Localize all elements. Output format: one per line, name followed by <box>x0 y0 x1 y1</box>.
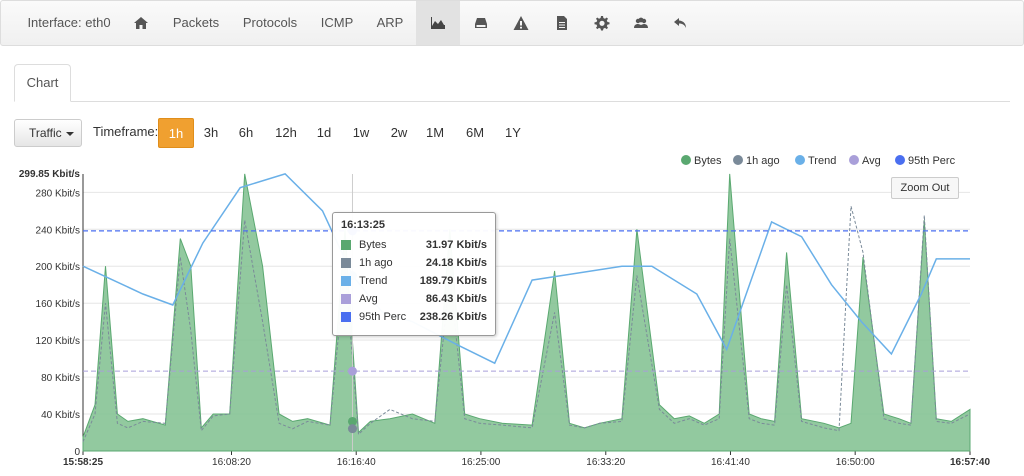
traffic-dropdown[interactable]: Traffic <box>14 119 82 147</box>
nav-protocols[interactable]: Protocols <box>237 1 303 45</box>
hover-marker <box>347 366 357 376</box>
hdd-icon[interactable] <box>461 1 501 45</box>
y-tick-label: 240 Kbit/s <box>36 225 80 236</box>
x-tick-label: 16:41:40 <box>711 457 750 468</box>
bytes-series <box>82 173 971 452</box>
timeframe-1d[interactable]: 1d <box>310 118 338 148</box>
trend-series <box>82 173 970 365</box>
tooltip-series-name: 95th Perc <box>359 311 407 323</box>
tooltip-swatch <box>341 258 351 268</box>
legend-1h-ago: 1h ago <box>746 155 780 167</box>
legend-bytes: Bytes <box>694 155 722 167</box>
y-tick-label: 80 Kbit/s <box>41 373 80 384</box>
timeframe-1w[interactable]: 1w <box>345 118 377 148</box>
y-max-label: 299.85 Kbit/s <box>19 169 81 180</box>
tooltip-row: Trend 189.79 Kbit/s <box>341 272 487 290</box>
tooltip-series-name: Bytes <box>359 239 387 251</box>
tooltip-row: 1h ago 24.18 Kbit/s <box>341 254 487 272</box>
hover-marker <box>347 424 357 434</box>
nav-packets[interactable]: Packets <box>165 1 227 45</box>
legend-swatch <box>895 155 905 165</box>
legend-swatch <box>681 155 691 165</box>
ago-series <box>82 206 971 442</box>
legend-swatch <box>795 155 805 165</box>
zoom-out-button[interactable]: Zoom Out <box>891 177 959 199</box>
y-tick-label: 200 Kbit/s <box>36 262 80 273</box>
tooltip-series-value: 238.26 Kbit/s <box>419 311 487 323</box>
tooltip-row: 95th Perc 238.26 Kbit/s <box>341 308 487 326</box>
legend-95th-perc: 95th Perc <box>908 155 956 167</box>
tooltip-row: Bytes 31.97 Kbit/s <box>341 236 487 254</box>
y-tick-label: 40 Kbit/s <box>41 410 80 421</box>
timeframe-2w[interactable]: 2w <box>383 118 415 148</box>
x-tick-label: 16:25:00 <box>461 457 500 468</box>
tooltip-series-value: 31.97 Kbit/s <box>425 239 487 251</box>
timeframe-3h[interactable]: 3h <box>195 118 227 148</box>
x-tick-label: 16:57:40 <box>950 457 990 468</box>
y-tick-label: 160 Kbit/s <box>36 299 80 310</box>
y-tick-label: 280 Kbit/s <box>36 188 80 199</box>
timeframe-label: Timeframe: <box>93 124 159 139</box>
tooltip-time: 16:13:25 <box>341 219 386 231</box>
users-icon[interactable] <box>621 1 661 45</box>
nav-icmp[interactable]: ICMP <box>312 1 362 45</box>
x-tick-label: 16:50:00 <box>836 457 875 468</box>
tooltip-swatch <box>341 312 351 322</box>
x-tick-label: 16:16:40 <box>337 457 376 468</box>
timeframe-1M[interactable]: 1M <box>421 118 449 148</box>
undo-icon[interactable] <box>661 1 701 45</box>
tooltip-series-value: 86.43 Kbit/s <box>425 293 487 305</box>
legend-trend: Trend <box>808 155 836 167</box>
nav-arp[interactable]: ARP <box>370 1 410 45</box>
timeframe-6M[interactable]: 6M <box>459 118 491 148</box>
traffic-dropdown-label: Traffic <box>29 126 62 140</box>
area-chart-icon[interactable] <box>416 1 460 45</box>
tooltip-swatch <box>341 276 351 286</box>
tooltip-series-name: 1h ago <box>359 257 393 269</box>
timeframe-6h[interactable]: 6h <box>230 118 262 148</box>
tooltip-swatch <box>341 294 351 304</box>
tooltip-row: Avg 86.43 Kbit/s <box>341 290 487 308</box>
legend-avg: Avg <box>862 155 881 167</box>
interface-selector[interactable]: Interface: eth0 <box>23 1 115 45</box>
caret-down-icon <box>65 131 74 136</box>
chart-tooltip: 16:13:25 Bytes 31.97 Kbit/s 1h ago 24.18 Kb… <box>332 212 496 336</box>
legend-swatch <box>733 155 743 165</box>
file-icon[interactable] <box>542 1 582 45</box>
x-tick-label: 16:08:20 <box>212 457 251 468</box>
x-tick-label: 16:33:20 <box>586 457 625 468</box>
tooltip-swatch <box>341 240 351 250</box>
x-tick-label: 15:58:25 <box>63 457 103 468</box>
warning-icon[interactable] <box>501 1 541 45</box>
timeframe-1Y[interactable]: 1Y <box>499 118 527 148</box>
tab-bar: Chart <box>14 64 1010 102</box>
timeframe-12h[interactable]: 12h <box>268 118 304 148</box>
y-tick-label: 120 Kbit/s <box>36 336 80 347</box>
timeframe-1h[interactable]: 1h <box>158 118 194 148</box>
tab-chart[interactable]: Chart <box>14 64 71 102</box>
top-navbar: Interface: eth0 Packets Protocols ICMP A… <box>0 0 1024 46</box>
traffic-chart: 280 Kbit/s 240 Kbit/s 200 Kbit/s 160 Kbit/s… <box>19 155 990 468</box>
home-icon[interactable] <box>121 1 161 45</box>
tooltip-series-value: 24.18 Kbit/s <box>425 257 487 269</box>
tooltip-series-name: Trend <box>359 275 388 287</box>
legend-swatch <box>849 155 859 165</box>
tooltip-series-value: 189.79 Kbit/s <box>419 275 487 287</box>
tooltip-series-name: Avg <box>359 293 378 305</box>
gear-icon[interactable] <box>582 1 622 45</box>
